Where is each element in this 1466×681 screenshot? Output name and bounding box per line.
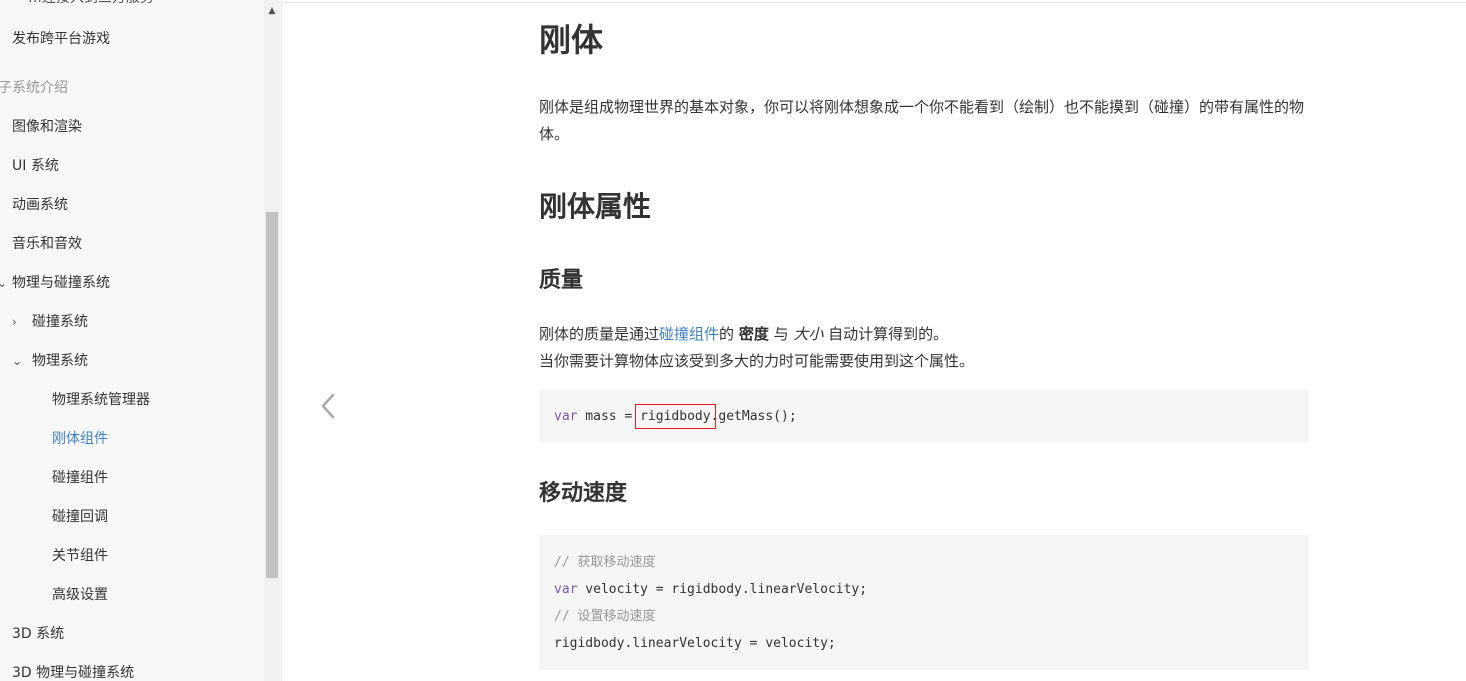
sidebar-item-rigidbody[interactable]: 刚体组件 [52,429,108,449]
code-line: rigidbody.linearVelocity = velocity; [554,636,836,651]
code-line: var velocity = rigidbody.linearVelocity; [554,576,1309,603]
mass-text-prefix: 刚体的质量是通过 [539,325,660,343]
sidebar-item-joint[interactable]: 关节组件 [52,546,108,566]
sidebar-item-3d[interactable]: 3D 系统 [12,624,64,644]
sidebar-item-physics-collision[interactable]: 物理与碰撞系统 [12,273,110,293]
sidebar-item-physics-manager[interactable]: 物理系统管理器 [52,390,150,410]
sidebar-nav: …连接入到三方服务 发布跨平台游戏 子系统介绍 图像和渲染 UI 系统 动画系统… [0,0,282,681]
highlighted-token: rigidbody [635,404,716,429]
sidebar-item-physics[interactable]: 物理系统 [32,351,88,371]
code-text: velocity = rigidbody.linearVelocity; [577,582,868,597]
top-divider [282,2,1466,3]
code-keyword: var [554,409,578,424]
chevron-right-icon[interactable]: › [12,312,17,332]
chevron-down-icon[interactable]: ⌄ [0,273,7,293]
density-strong: 密度 [738,325,769,343]
chevron-left-icon[interactable] [316,390,340,422]
code-line: var mass = rigidbody.getMass(); [554,403,1309,430]
mass-paragraph: 刚体的质量是通过碰撞组件的 密度 与 大小 自动计算得到的。 当你需要计算物体应… [539,321,1309,375]
sidebar-item-advanced[interactable]: 高级设置 [52,585,108,605]
page-title: 刚体 [539,21,604,59]
code-text: .getMass(); [710,409,797,424]
sidebar-section-subsystems[interactable]: 子系统介绍 [0,78,68,98]
sidebar-item-callback[interactable]: 碰撞回调 [52,507,108,527]
velocity-heading: 移动速度 [539,481,628,506]
size-em: 大小 [793,325,824,343]
code-comment: // 设置移动速度 [554,609,656,624]
mass-text-mid1: 的 [719,325,739,343]
sidebar-item-audio[interactable]: 音乐和音效 [12,234,82,254]
code-keyword: var [554,582,578,597]
code-text: mass = [577,409,641,424]
sidebar-item-ui[interactable]: UI 系统 [12,156,59,176]
sidebar-item-collision[interactable]: 碰撞系统 [32,312,88,332]
intro-paragraph: 刚体是组成物理世界的基本对象，你可以将刚体想象成一个你不能看到（绘制）也不能摸到… [539,98,1305,143]
velocity-code-block[interactable]: // 获取移动速度 var velocity = rigidbody.linea… [539,535,1309,670]
sidebar-item-third-party[interactable]: …连接入到三方服务 [28,0,154,8]
mass-heading: 质量 [539,268,584,293]
sidebar-item-collider[interactable]: 碰撞组件 [52,468,108,488]
sidebar-item-publish[interactable]: 发布跨平台游戏 [12,29,110,49]
chevron-down-icon[interactable]: ⌄ [12,351,22,371]
mass-text-mid2: 与 [768,325,794,343]
code-comment: // 获取移动速度 [554,555,656,570]
collider-link[interactable]: 碰撞组件 [659,325,719,343]
sidebar-item-graphics[interactable]: 图像和渲染 [12,117,82,137]
scrollbar-thumb[interactable] [266,212,278,578]
triangle-up-icon[interactable]: ▲ [264,3,280,19]
mass-text-suffix: 自动计算得到的。 [823,325,949,343]
sidebar-item-animation[interactable]: 动画系统 [12,195,68,215]
mass-code-block[interactable]: var mass = rigidbody.getMass(); [539,389,1309,443]
section-title: 刚体属性 [539,190,652,223]
mass-text-line2: 当你需要计算物体应该受到多大的力时可能需要使用到这个属性。 [539,352,975,370]
docs-page: …连接入到三方服务 发布跨平台游戏 子系统介绍 图像和渲染 UI 系统 动画系统… [0,0,1466,681]
sidebar-item-3d-physics[interactable]: 3D 物理与碰撞系统 [12,663,134,681]
